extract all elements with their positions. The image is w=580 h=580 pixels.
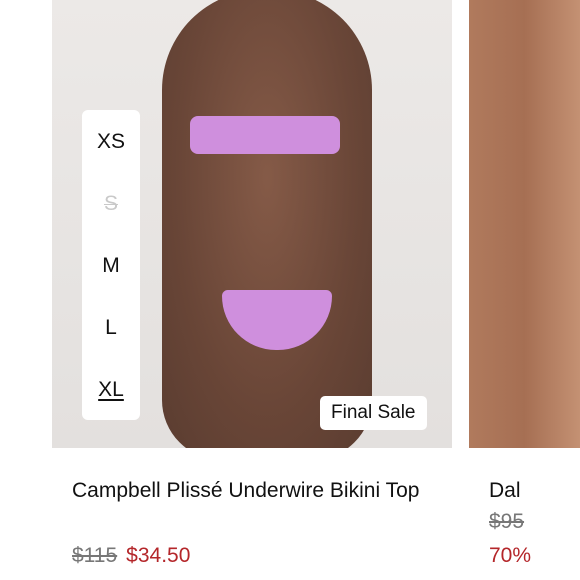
product-image[interactable]: XS S M L XL Final Sale (52, 0, 452, 448)
model-figure (162, 0, 372, 448)
next-product-title[interactable]: Dal (489, 474, 521, 508)
size-option-m[interactable]: M (102, 255, 120, 276)
size-selector: XS S M L XL (82, 110, 140, 420)
final-sale-badge: Final Sale (320, 396, 427, 430)
product-card[interactable]: XS S M L XL Final Sale Campbell Plissé U… (52, 0, 452, 580)
product-title[interactable]: Campbell Plissé Underwire Bikini Top (72, 474, 432, 508)
next-product-image[interactable] (469, 0, 580, 448)
size-option-s: S (103, 191, 118, 215)
size-option-l[interactable]: L (105, 317, 117, 338)
next-product-card[interactable]: Dal $95 70% (469, 0, 580, 580)
size-option-xl[interactable]: XL (98, 379, 124, 400)
size-option-xs[interactable]: XS (97, 131, 125, 152)
bikini-top (190, 116, 340, 154)
sale-price: $34.50 (126, 544, 191, 567)
price-row: $115 $34.50 (72, 542, 190, 570)
original-price: $115 (72, 544, 118, 567)
next-discount: 70% (489, 544, 532, 567)
next-original-price: $95 (489, 510, 525, 533)
